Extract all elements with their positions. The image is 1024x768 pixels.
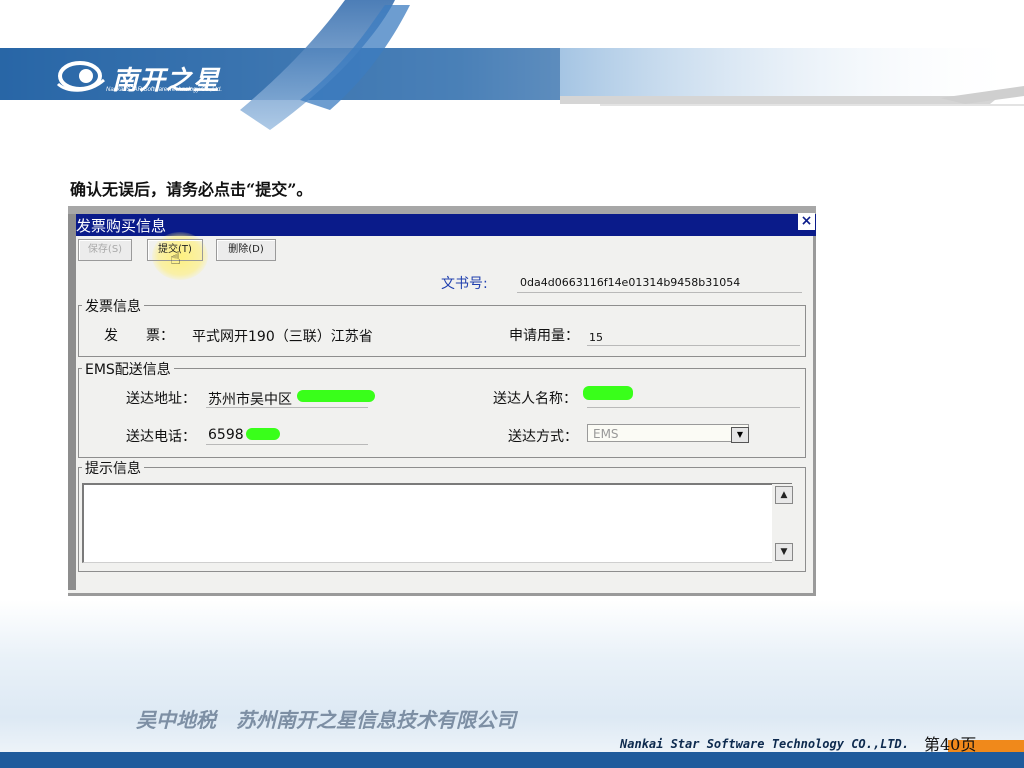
ems-group-title: EMS配送信息 [82,359,174,379]
recipient-label: 送达人名称： [493,391,577,407]
logo-subtitle: Nankai STAR Software Technology Co.,Ltd. [106,87,223,93]
save-button[interactable]: 保存(S) [78,239,132,261]
doc-no-value: 0da4d0663116f14e01314b9458b31054 [520,276,741,289]
hand-cursor-icon: ☝ [170,248,181,269]
doc-no-underline [517,292,802,293]
quantity-field[interactable]: 15 [589,331,603,344]
quantity-underline [587,345,800,346]
scroll-up-icon[interactable]: ▲ [775,486,793,504]
scroll-down-icon[interactable]: ▼ [775,543,793,561]
instruction-text: 确认无误后，请务必点击“提交”。 [70,180,313,199]
method-select[interactable]: EMS [587,424,749,442]
address-field[interactable]: 苏州市吴中区 [208,389,292,409]
company-english: Nankai Star Software Technology CO.,LTD. [620,737,909,751]
address-label: 送达地址： [126,391,196,407]
recipient-underline [587,407,800,408]
company-name: 吴中地税 苏州南开之星信息技术有限公司 [136,708,516,732]
dialog-top-edge [68,206,816,214]
dialog-edge [68,206,76,590]
phone-label: 送达电话： [126,429,196,445]
delete-button[interactable]: 删除(D) [216,239,276,261]
address-redaction [297,390,375,402]
dialog-title: 发票购买信息 [76,217,167,235]
address-underline [206,407,368,408]
logo-icon [56,61,105,92]
footer-bar [0,752,1024,768]
invoice-group [78,305,806,357]
chevron-down-icon[interactable]: ▼ [731,427,749,443]
close-button[interactable]: × [798,213,815,230]
invoice-group-title: 发票信息 [82,296,144,316]
notice-group-title: 提示信息 [82,458,144,478]
phone-underline [206,444,368,445]
doc-no-label: 文书号: [441,276,488,292]
quantity-label: 申请用量： [509,328,579,344]
invoice-label: 发 票： [104,328,174,344]
phone-field[interactable]: 6598 [208,427,244,443]
page-number: 第40页 [924,735,977,754]
notice-textarea[interactable] [82,483,792,563]
method-label: 送达方式： [508,429,578,445]
recipient-redaction [583,386,633,400]
invoice-value: 平式网开190（三联）江苏省 [192,329,373,345]
phone-redaction [246,428,280,440]
